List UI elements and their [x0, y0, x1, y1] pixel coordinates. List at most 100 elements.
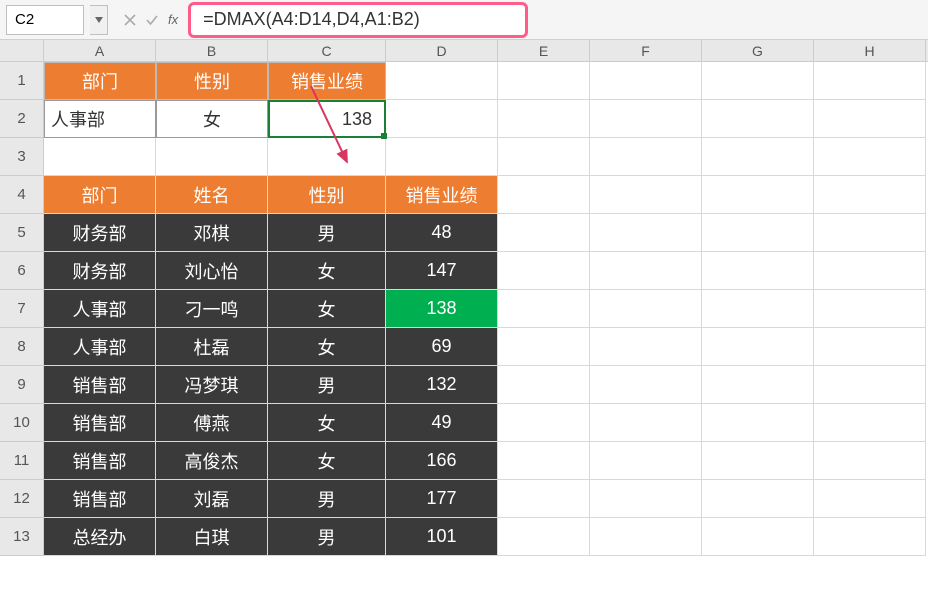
cell-C2-selected[interactable]: 138 — [268, 100, 386, 138]
cell-F3[interactable] — [590, 138, 702, 176]
row-header-5[interactable]: 5 — [0, 214, 44, 252]
cell-E4[interactable] — [498, 176, 590, 214]
accept-formula-button[interactable] — [142, 9, 162, 31]
cell-B6[interactable]: 刘心怡 — [156, 252, 268, 290]
cell-E10[interactable] — [498, 404, 590, 442]
row-header-9[interactable]: 9 — [0, 366, 44, 404]
cell-B12[interactable]: 刘磊 — [156, 480, 268, 518]
cell-E5[interactable] — [498, 214, 590, 252]
cell-E11[interactable] — [498, 442, 590, 480]
cell-A2[interactable]: 人事部 — [44, 100, 156, 138]
row-header-3[interactable]: 3 — [0, 138, 44, 176]
cell-A3[interactable] — [44, 138, 156, 176]
cell-B5[interactable]: 邓棋 — [156, 214, 268, 252]
cell-D6[interactable]: 147 — [386, 252, 498, 290]
cell-H7[interactable] — [814, 290, 926, 328]
row-header-4[interactable]: 4 — [0, 176, 44, 214]
cell-D3[interactable] — [386, 138, 498, 176]
cell-C8[interactable]: 女 — [268, 328, 386, 366]
row-header-12[interactable]: 12 — [0, 480, 44, 518]
cell-E2[interactable] — [498, 100, 590, 138]
cell-B4[interactable]: 姓名 — [156, 176, 268, 214]
cell-C3[interactable] — [268, 138, 386, 176]
col-header-H[interactable]: H — [814, 40, 926, 61]
cell-F6[interactable] — [590, 252, 702, 290]
cell-D13[interactable]: 101 — [386, 518, 498, 556]
col-header-C[interactable]: C — [268, 40, 386, 61]
cell-G11[interactable] — [702, 442, 814, 480]
name-box-dropdown[interactable] — [90, 5, 108, 35]
cell-H6[interactable] — [814, 252, 926, 290]
cell-G13[interactable] — [702, 518, 814, 556]
cell-G10[interactable] — [702, 404, 814, 442]
cell-E8[interactable] — [498, 328, 590, 366]
cell-H9[interactable] — [814, 366, 926, 404]
cell-E7[interactable] — [498, 290, 590, 328]
cell-F13[interactable] — [590, 518, 702, 556]
cell-G6[interactable] — [702, 252, 814, 290]
cell-H13[interactable] — [814, 518, 926, 556]
cell-A5[interactable]: 财务部 — [44, 214, 156, 252]
row-header-8[interactable]: 8 — [0, 328, 44, 366]
cell-H12[interactable] — [814, 480, 926, 518]
cell-G3[interactable] — [702, 138, 814, 176]
cell-H3[interactable] — [814, 138, 926, 176]
cell-E1[interactable] — [498, 62, 590, 100]
col-header-F[interactable]: F — [590, 40, 702, 61]
col-header-D[interactable]: D — [386, 40, 498, 61]
cell-F1[interactable] — [590, 62, 702, 100]
cell-D7[interactable]: 138 — [386, 290, 498, 328]
cell-B1[interactable]: 性别 — [156, 62, 268, 100]
cancel-formula-button[interactable] — [120, 9, 140, 31]
cell-H2[interactable] — [814, 100, 926, 138]
formula-bar[interactable]: =DMAX(A4:D14,D4,A1:B2) — [188, 2, 528, 38]
cell-H5[interactable] — [814, 214, 926, 252]
cell-B11[interactable]: 高俊杰 — [156, 442, 268, 480]
cell-A13[interactable]: 总经办 — [44, 518, 156, 556]
cell-F10[interactable] — [590, 404, 702, 442]
cell-F12[interactable] — [590, 480, 702, 518]
cell-D4[interactable]: 销售业绩 — [386, 176, 498, 214]
cell-A4[interactable]: 部门 — [44, 176, 156, 214]
cell-A1[interactable]: 部门 — [44, 62, 156, 100]
cell-H8[interactable] — [814, 328, 926, 366]
cell-B9[interactable]: 冯梦琪 — [156, 366, 268, 404]
cell-E6[interactable] — [498, 252, 590, 290]
cell-C7[interactable]: 女 — [268, 290, 386, 328]
cell-F2[interactable] — [590, 100, 702, 138]
cell-C5[interactable]: 男 — [268, 214, 386, 252]
row-header-6[interactable]: 6 — [0, 252, 44, 290]
cell-C13[interactable]: 男 — [268, 518, 386, 556]
cell-G8[interactable] — [702, 328, 814, 366]
cell-D8[interactable]: 69 — [386, 328, 498, 366]
cell-B3[interactable] — [156, 138, 268, 176]
cell-D10[interactable]: 49 — [386, 404, 498, 442]
cell-G12[interactable] — [702, 480, 814, 518]
cell-A12[interactable]: 销售部 — [44, 480, 156, 518]
cell-H1[interactable] — [814, 62, 926, 100]
cell-A6[interactable]: 财务部 — [44, 252, 156, 290]
row-header-10[interactable]: 10 — [0, 404, 44, 442]
cell-C1[interactable]: 销售业绩 — [268, 62, 386, 100]
cell-D1[interactable] — [386, 62, 498, 100]
cell-A10[interactable]: 销售部 — [44, 404, 156, 442]
cell-C9[interactable]: 男 — [268, 366, 386, 404]
cell-D9[interactable]: 132 — [386, 366, 498, 404]
cell-D2[interactable] — [386, 100, 498, 138]
cell-G2[interactable] — [702, 100, 814, 138]
row-header-2[interactable]: 2 — [0, 100, 44, 138]
cell-H4[interactable] — [814, 176, 926, 214]
cell-A11[interactable]: 销售部 — [44, 442, 156, 480]
cell-G9[interactable] — [702, 366, 814, 404]
fx-icon[interactable]: fx — [168, 12, 178, 27]
cell-C12[interactable]: 男 — [268, 480, 386, 518]
cell-F5[interactable] — [590, 214, 702, 252]
cell-E3[interactable] — [498, 138, 590, 176]
col-header-G[interactable]: G — [702, 40, 814, 61]
col-header-A[interactable]: A — [44, 40, 156, 61]
row-header-1[interactable]: 1 — [0, 62, 44, 100]
cell-E9[interactable] — [498, 366, 590, 404]
row-header-11[interactable]: 11 — [0, 442, 44, 480]
cell-H11[interactable] — [814, 442, 926, 480]
cell-C6[interactable]: 女 — [268, 252, 386, 290]
